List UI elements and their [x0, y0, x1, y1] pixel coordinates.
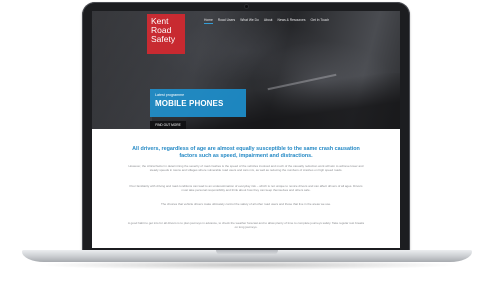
content-paragraph: The choices that vehicle drivers make ul… — [160, 202, 332, 206]
lid-opening-notch — [216, 250, 278, 255]
promo-panel: Latest programme MOBILE PHONES — [150, 89, 246, 117]
logo-line-3: Safety — [151, 33, 176, 44]
main-nav: Home Road Users What We Do About News & … — [204, 18, 329, 24]
content-paragraph: A good habit to get into for all drivers… — [127, 221, 365, 230]
promo-headline: MOBILE PHONES — [155, 99, 224, 108]
laptop-screen: Kent Road Safety Home Road Users What We… — [92, 11, 400, 248]
nav-item-get-in-touch[interactable]: Get In Touch — [311, 18, 330, 24]
site-logo[interactable]: Kent Road Safety — [147, 14, 185, 54]
content-paragraph: However, the critical factor in determin… — [128, 164, 364, 173]
nav-item-road-users[interactable]: Road Users — [218, 18, 235, 24]
main-content: All drivers, regardless of age are almos… — [92, 129, 400, 248]
content-paragraph: Poor familiarity with driving and road c… — [129, 184, 363, 193]
nav-item-about[interactable]: About — [264, 18, 273, 24]
content-heading: All drivers, regardless of age are almos… — [132, 146, 360, 159]
nav-item-what-we-do[interactable]: What We Do — [240, 18, 259, 24]
webcam-icon — [244, 5, 248, 8]
nav-item-news-resources[interactable]: News & Resources — [277, 18, 305, 24]
laptop-base — [22, 250, 472, 262]
nav-item-home[interactable]: Home — [204, 18, 213, 24]
hero-banner: Kent Road Safety Home Road Users What We… — [92, 11, 400, 143]
